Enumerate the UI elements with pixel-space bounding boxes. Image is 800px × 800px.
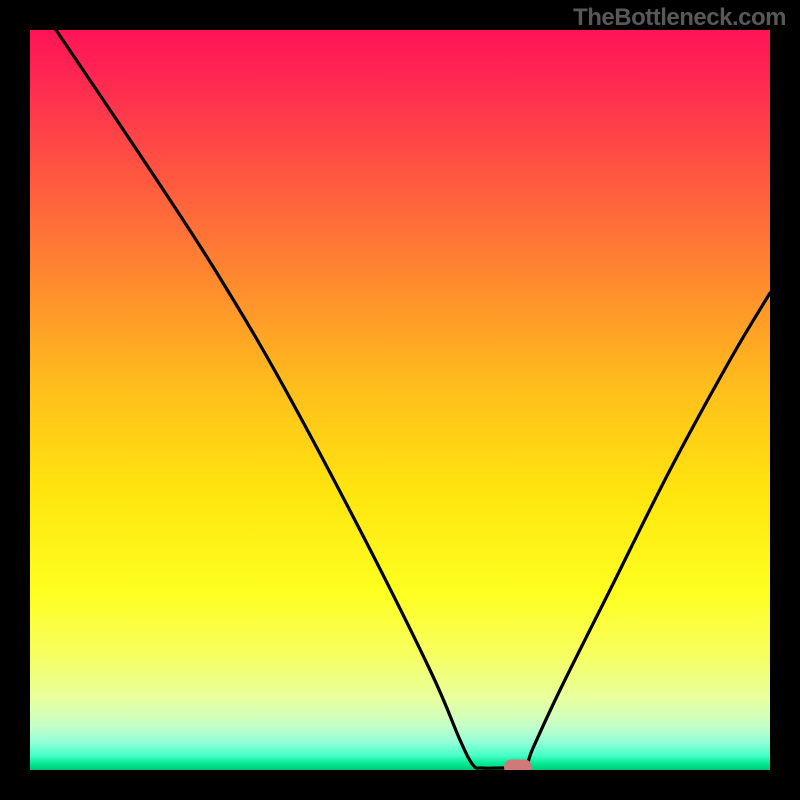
- plot-area: [30, 30, 770, 770]
- chart-container: TheBottleneck.com: [0, 0, 800, 800]
- curve-svg: [30, 30, 770, 770]
- bottleneck-curve: [56, 30, 770, 770]
- watermark-text: TheBottleneck.com: [573, 4, 786, 32]
- optimum-marker: [504, 760, 532, 771]
